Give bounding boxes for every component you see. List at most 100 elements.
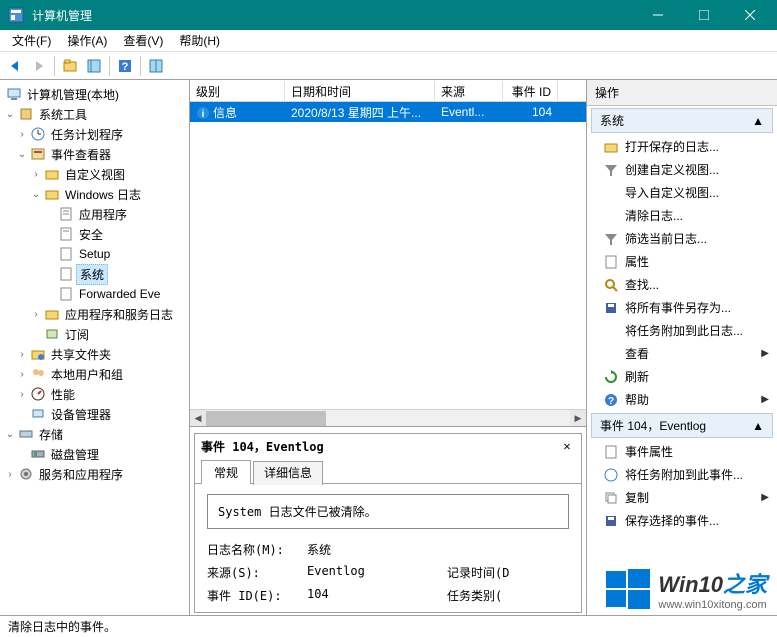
action-clear-log[interactable]: 清除日志... bbox=[587, 204, 777, 227]
toolbar-icon-1[interactable] bbox=[59, 55, 81, 77]
detail-tabs: 常规 详细信息 bbox=[195, 457, 581, 484]
tree-log-security[interactable]: 安全 bbox=[2, 224, 187, 244]
action-view[interactable]: 查看▶ bbox=[587, 342, 777, 365]
action-find[interactable]: 查找... bbox=[587, 273, 777, 296]
expand-icon[interactable]: › bbox=[16, 129, 28, 140]
expand-icon[interactable]: › bbox=[16, 349, 28, 360]
tree-performance[interactable]: ›性能 bbox=[2, 384, 187, 404]
help-icon[interactable]: ? bbox=[114, 55, 136, 77]
action-event-properties[interactable]: 事件属性 bbox=[587, 440, 777, 463]
tree-windows-logs[interactable]: ⌄Windows 日志 bbox=[2, 184, 187, 204]
action-save-all-events[interactable]: 将所有事件另存为... bbox=[587, 296, 777, 319]
scroll-right-icon[interactable]: ▶ bbox=[570, 410, 586, 427]
expand-icon[interactable]: › bbox=[30, 169, 42, 180]
detail-title: 事件 104，Eventlog bbox=[201, 438, 559, 455]
svg-text:i: i bbox=[202, 109, 205, 120]
action-create-custom-view[interactable]: 创建自定义视图... bbox=[587, 158, 777, 181]
filter-icon bbox=[603, 162, 619, 178]
tree-system-tools[interactable]: ⌄系统工具 bbox=[2, 104, 187, 124]
folder-icon bbox=[44, 166, 60, 182]
tree-storage[interactable]: ⌄存储 bbox=[2, 424, 187, 444]
action-copy[interactable]: 复制▶ bbox=[587, 486, 777, 509]
detail-message: System 日志文件已被清除。 bbox=[207, 494, 569, 529]
action-save-selected[interactable]: 保存选择的事件... bbox=[587, 509, 777, 532]
shared-folder-icon bbox=[30, 346, 46, 362]
th-event-id[interactable]: 事件 ID bbox=[503, 81, 558, 102]
action-refresh[interactable]: 刷新 bbox=[587, 365, 777, 388]
users-icon bbox=[30, 366, 46, 382]
tree-shared-folders[interactable]: ›共享文件夹 bbox=[2, 344, 187, 364]
expand-icon[interactable]: › bbox=[16, 389, 28, 400]
svg-text:?: ? bbox=[608, 396, 614, 407]
subscription-icon bbox=[44, 326, 60, 342]
expand-icon[interactable]: › bbox=[30, 309, 42, 320]
tree-local-users[interactable]: ›本地用户和组 bbox=[2, 364, 187, 384]
tools-icon bbox=[18, 106, 34, 122]
tree-device-manager[interactable]: 设备管理器 bbox=[2, 404, 187, 424]
table-body[interactable]: i信息 2020/8/13 星期四 上午... Eventl... 104 bbox=[190, 102, 586, 409]
menu-action[interactable]: 操作(A) bbox=[59, 30, 115, 51]
collapse-icon: ▲ bbox=[752, 419, 764, 433]
toolbar-icon-3[interactable] bbox=[145, 55, 167, 77]
close-button[interactable] bbox=[727, 0, 773, 30]
action-properties[interactable]: 属性 bbox=[587, 250, 777, 273]
scroll-left-icon[interactable]: ◀ bbox=[190, 410, 206, 427]
collapse-icon[interactable]: ⌄ bbox=[16, 149, 28, 160]
table-row[interactable]: i信息 2020/8/13 星期四 上午... Eventl... 104 bbox=[190, 102, 586, 122]
tree-services-apps[interactable]: ›服务和应用程序 bbox=[2, 464, 187, 484]
folder-icon bbox=[44, 186, 60, 202]
tree-disk-management[interactable]: 磁盘管理 bbox=[2, 444, 187, 464]
services-icon bbox=[18, 466, 34, 482]
refresh-icon bbox=[603, 369, 619, 385]
detail-header: 事件 104，Eventlog ✕ bbox=[195, 434, 581, 457]
svg-text:?: ? bbox=[122, 61, 129, 73]
actions-header: 操作 bbox=[587, 80, 777, 106]
th-level[interactable]: 级别 bbox=[190, 81, 285, 102]
action-attach-task-log[interactable]: 将任务附加到此日志... bbox=[587, 319, 777, 342]
tree-app-service-logs[interactable]: ›应用程序和服务日志 bbox=[2, 304, 187, 324]
center-pane: 级别 日期和时间 来源 事件 ID i信息 2020/8/13 星期四 上午..… bbox=[190, 80, 587, 615]
expand-icon[interactable]: › bbox=[4, 469, 16, 480]
horizontal-scrollbar[interactable]: ◀ ▶ bbox=[190, 409, 586, 426]
tab-general[interactable]: 常规 bbox=[201, 460, 251, 484]
th-source[interactable]: 来源 bbox=[435, 81, 503, 102]
tree-event-viewer[interactable]: ⌄事件查看器 bbox=[2, 144, 187, 164]
tree-task-scheduler[interactable]: ›任务计划程序 bbox=[2, 124, 187, 144]
back-button[interactable] bbox=[4, 55, 26, 77]
collapse-icon[interactable]: ⌄ bbox=[4, 109, 16, 120]
label-event-id: 事件 ID(E): bbox=[207, 587, 307, 604]
menu-file[interactable]: 文件(F) bbox=[4, 30, 59, 51]
tab-details[interactable]: 详细信息 bbox=[253, 461, 323, 485]
action-help[interactable]: ?帮助▶ bbox=[587, 388, 777, 411]
event-table: 级别 日期和时间 来源 事件 ID i信息 2020/8/13 星期四 上午..… bbox=[190, 80, 586, 427]
performance-icon bbox=[30, 386, 46, 402]
value-log-name: 系统 bbox=[307, 541, 447, 558]
toolbar-icon-2[interactable] bbox=[83, 55, 105, 77]
actions-section-system[interactable]: 系统▲ bbox=[591, 108, 773, 133]
action-import-custom-view[interactable]: 导入自定义视图... bbox=[587, 181, 777, 204]
collapse-icon[interactable]: ⌄ bbox=[30, 189, 42, 200]
tree-log-forwarded[interactable]: Forwarded Eve bbox=[2, 284, 187, 304]
menu-view[interactable]: 查看(V) bbox=[115, 30, 171, 51]
maximize-button[interactable] bbox=[681, 0, 727, 30]
tree-log-system[interactable]: 系统 bbox=[2, 264, 187, 284]
action-filter-current-log[interactable]: 筛选当前日志... bbox=[587, 227, 777, 250]
tree-log-application[interactable]: 应用程序 bbox=[2, 204, 187, 224]
action-attach-task-event[interactable]: 将任务附加到此事件... bbox=[587, 463, 777, 486]
tree-custom-views[interactable]: ›自定义视图 bbox=[2, 164, 187, 184]
actions-section-event[interactable]: 事件 104，Eventlog▲ bbox=[591, 413, 773, 438]
expand-icon[interactable]: › bbox=[16, 369, 28, 380]
collapse-icon[interactable]: ⌄ bbox=[4, 429, 16, 440]
close-detail-button[interactable]: ✕ bbox=[559, 439, 575, 455]
scrollbar-thumb[interactable] bbox=[206, 411, 326, 426]
task-icon bbox=[603, 467, 619, 483]
forward-button[interactable] bbox=[28, 55, 50, 77]
th-datetime[interactable]: 日期和时间 bbox=[285, 81, 435, 102]
minimize-button[interactable] bbox=[635, 0, 681, 30]
tree-subscriptions[interactable]: 订阅 bbox=[2, 324, 187, 344]
action-open-saved-log[interactable]: 打开保存的日志... bbox=[587, 135, 777, 158]
tree-root[interactable]: 计算机管理(本地) bbox=[2, 84, 187, 104]
tree-log-setup[interactable]: Setup bbox=[2, 244, 187, 264]
help-icon: ? bbox=[603, 392, 619, 408]
menu-help[interactable]: 帮助(H) bbox=[171, 30, 228, 51]
